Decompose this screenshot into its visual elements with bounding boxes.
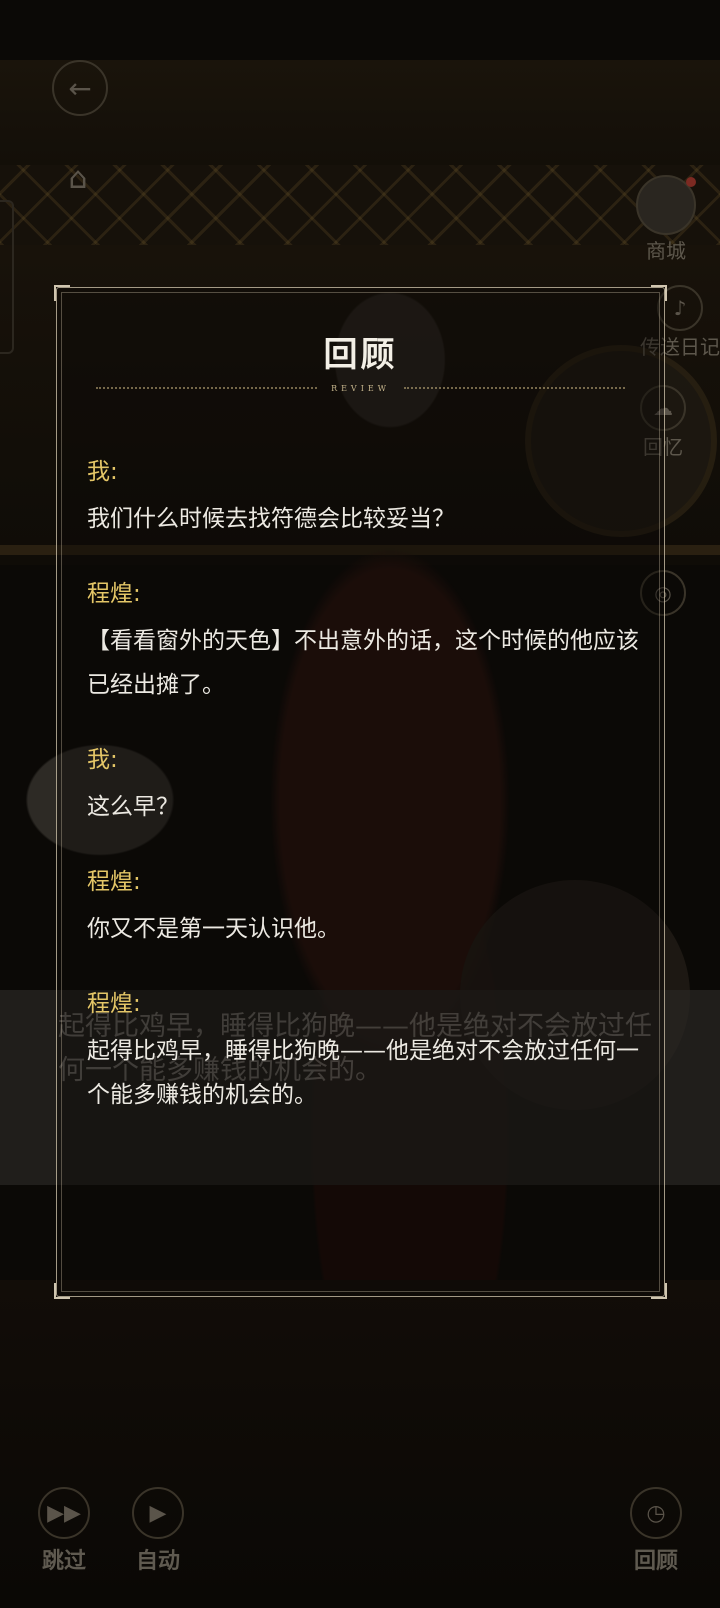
play-icon: ▶ <box>132 1487 184 1539</box>
title-divider: REVIEW <box>96 383 625 393</box>
panel-subtitle: REVIEW <box>331 383 390 393</box>
log-entry: 程煌: 起得比鸡早，睡得比狗晚——他是绝对不会放过任何一个能多赚钱的机会的。 <box>87 989 647 1117</box>
speaker-name: 程煌: <box>87 991 141 1017</box>
floor <box>0 1280 720 1608</box>
speaker-name: 我: <box>87 747 118 773</box>
dialogue-text: 我们什么时候去找符德会比较妥当？ <box>87 506 455 532</box>
panel-title: 回顾 <box>323 335 398 375</box>
auto-button[interactable]: ▶ 自动 <box>132 1487 184 1575</box>
back-button[interactable]: ← <box>52 60 108 116</box>
dialogue-text: 这么早？ <box>87 794 179 820</box>
divider-dots <box>403 387 625 389</box>
dialogue-text: 起得比鸡早，睡得比狗晚——他是绝对不会放过任何一个能多赚钱的机会的。 <box>87 1038 639 1108</box>
notification-dot <box>686 177 696 187</box>
speaker-name: 我: <box>87 459 118 485</box>
fast-forward-icon: ▶▶ <box>38 1487 90 1539</box>
skip-label: 跳过 <box>41 1549 86 1574</box>
dialogue-text: 你又不是第一天认识他。 <box>87 916 340 942</box>
log-entry: 程煌: 【看看窗外的天色】不出意外的话，这个时候的他应该已经出摊了。 <box>87 579 647 707</box>
back-arrow-icon: ← <box>52 60 108 116</box>
shop-label: 商城 <box>646 239 686 263</box>
skip-button[interactable]: ▶▶ 跳过 <box>38 1487 90 1575</box>
shop-button[interactable]: 商城 <box>636 175 696 264</box>
log-entry: 程煌: 你又不是第一天认识他。 <box>87 867 647 951</box>
divider-dots <box>96 387 318 389</box>
side-drawer-tab[interactable] <box>0 200 14 354</box>
clock-icon: ◷ <box>630 1487 682 1539</box>
home-button[interactable]: ⌂ <box>58 158 98 198</box>
ceiling-beam <box>0 60 720 180</box>
speaker-name: 程煌: <box>87 869 141 895</box>
lattice-window <box>0 165 720 245</box>
dialogue-text: 【看看窗外的天色】不出意外的话，这个时候的他应该已经出摊了。 <box>87 628 639 698</box>
review-label: 回顾 <box>633 1549 678 1574</box>
auto-label: 自动 <box>135 1549 180 1574</box>
review-panel[interactable]: 回顾 REVIEW 我: 我们什么时候去找符德会比较妥当？ 程煌: 【看看窗外的… <box>54 285 667 1299</box>
speaker-name: 程煌: <box>87 581 141 607</box>
review-log[interactable]: 我: 我们什么时候去找符德会比较妥当？ 程煌: 【看看窗外的天色】不出意外的话，… <box>87 457 647 1155</box>
log-entry: 我: 这么早？ <box>87 745 647 829</box>
home-icon: ⌂ <box>68 160 88 196</box>
log-entry: 我: 我们什么时候去找符德会比较妥当？ <box>87 457 647 541</box>
review-button[interactable]: ◷ 回顾 <box>630 1487 682 1575</box>
shop-avatar-icon <box>636 175 696 235</box>
